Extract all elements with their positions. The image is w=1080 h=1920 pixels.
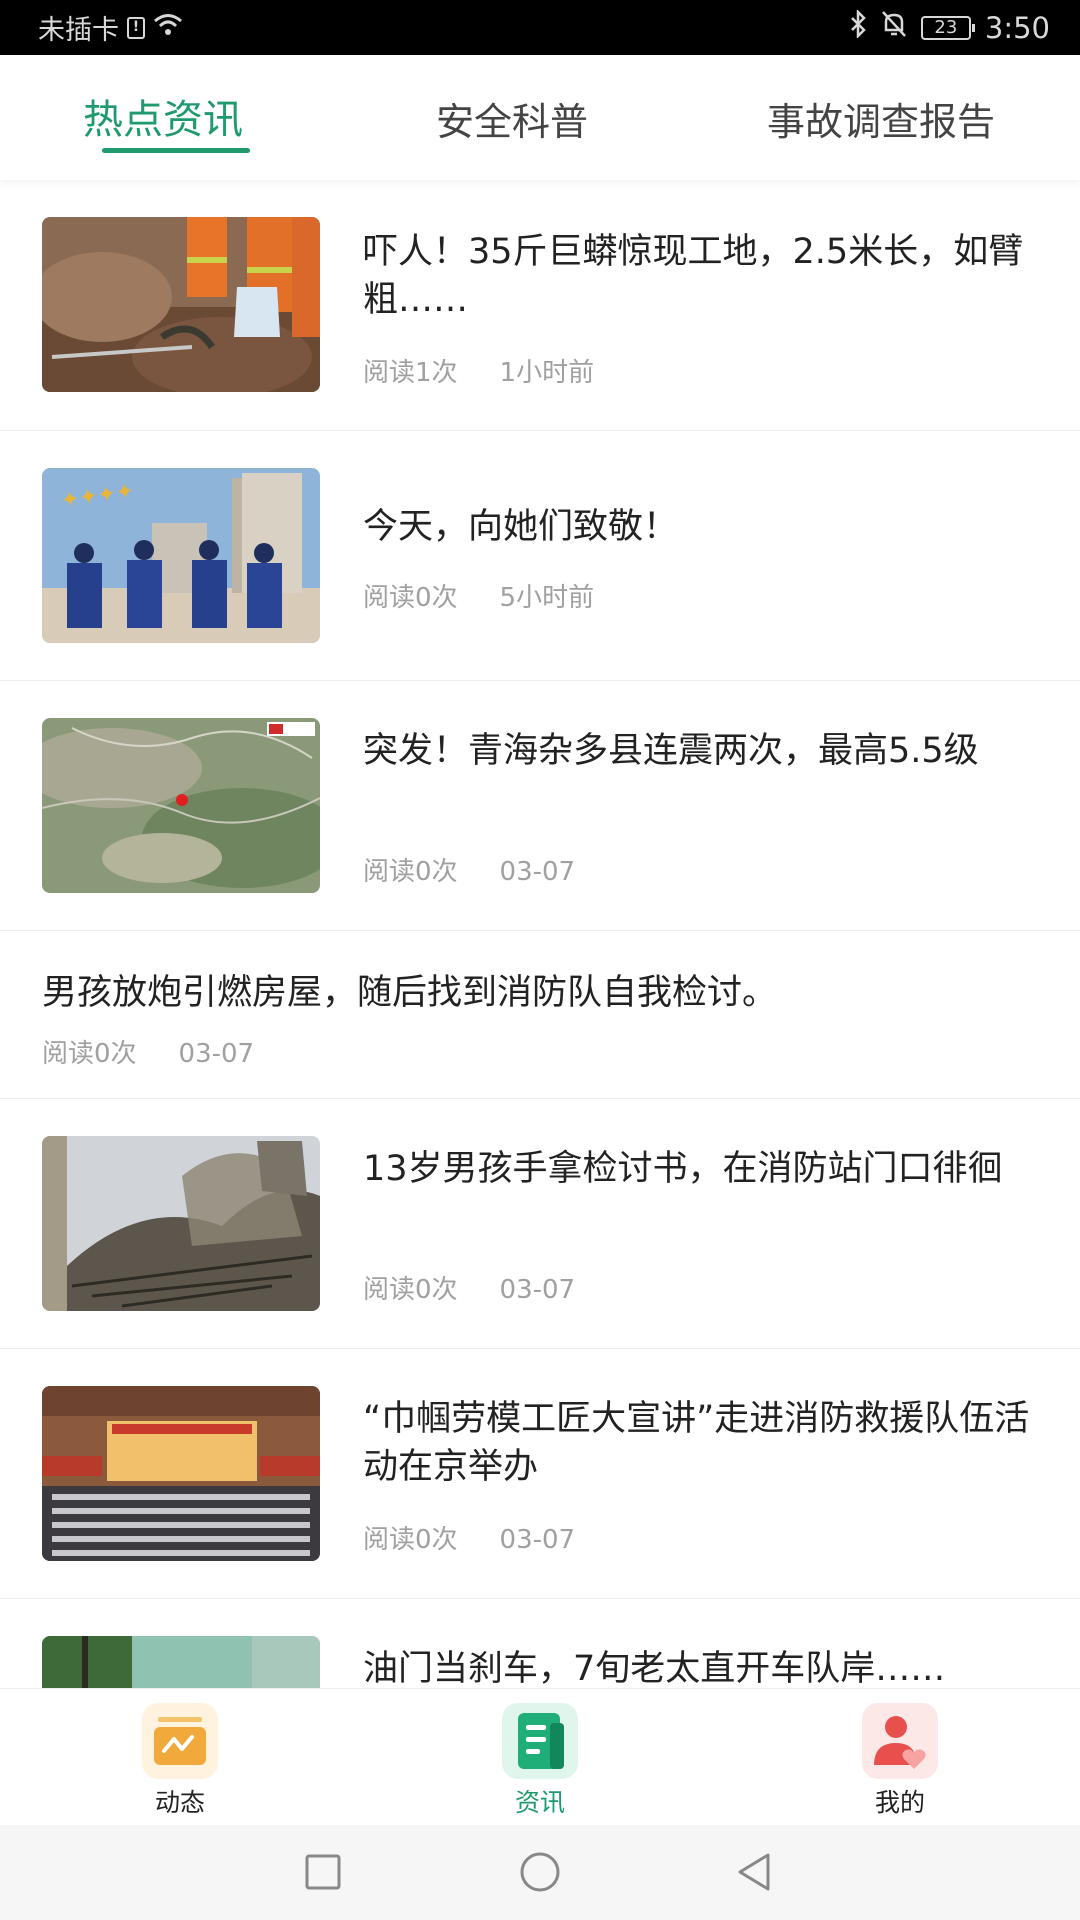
news-thumbnail xyxy=(42,217,320,392)
news-meta: 阅读0次 5小时前 xyxy=(363,577,594,614)
news-item[interactable]: 男孩放炮引燃房屋，随后找到消防队自我检讨。 阅读0次 03-07 xyxy=(0,931,1080,1098)
news-item[interactable]: 油门当刹车，7旬老太直开车队岸…… xyxy=(0,1599,1080,1688)
profile-icon xyxy=(862,1703,938,1779)
publish-time: 03-07 xyxy=(499,1525,576,1555)
news-thumbnail xyxy=(42,1386,320,1561)
news-thumbnail xyxy=(42,1636,320,1688)
publish-time: 03-07 xyxy=(499,857,576,887)
news-thumbnail xyxy=(42,718,320,893)
bluetooth-icon xyxy=(849,8,867,45)
tab-safety-science[interactable]: 安全科普 xyxy=(436,91,588,146)
read-count: 阅读0次 xyxy=(42,1039,137,1069)
active-tab-indicator xyxy=(102,148,250,153)
nav-news-label: 资讯 xyxy=(514,1788,565,1817)
news-icon xyxy=(502,1703,578,1779)
nav-news[interactable]: 资讯 xyxy=(460,1703,620,1819)
news-list[interactable]: 吓人！35斤巨蟒惊现工地，2.5米长，如臂粗…… 阅读1次 1小时前 ✦✦✦✦ xyxy=(0,180,1080,1688)
news-title: “巾帼劳模工匠大宣讲”走进消防救援队伍活动在京举办 xyxy=(363,1399,1030,1487)
news-title: 男孩放炮引燃房屋，随后找到消防队自我检讨。 xyxy=(42,973,778,1013)
read-count: 阅读0次 xyxy=(363,857,458,887)
recent-apps-button[interactable] xyxy=(298,1847,348,1897)
news-thumbnail: ✦✦✦✦ xyxy=(42,468,320,643)
news-meta: 阅读0次 03-07 xyxy=(363,1269,575,1306)
read-count: 阅读0次 xyxy=(363,1275,458,1305)
system-nav-bar xyxy=(0,1825,1080,1920)
nav-profile-label: 我的 xyxy=(874,1788,925,1817)
read-count: 阅读1次 xyxy=(363,358,458,388)
status-right: 23 3:50 xyxy=(849,0,1050,55)
publish-time: 03-07 xyxy=(499,1275,576,1305)
news-title: 13岁男孩手拿检讨书，在消防站门口徘徊 xyxy=(363,1149,1003,1189)
top-tab-bar: 热点资讯 安全科普 事故调查报告 xyxy=(0,55,1080,180)
status-bar: 未插卡 ! 23 3:50 xyxy=(0,0,1080,55)
read-count: 阅读0次 xyxy=(363,583,458,613)
mute-bell-icon xyxy=(881,10,907,45)
news-item[interactable]: “巾帼劳模工匠大宣讲”走进消防救援队伍活动在京举办 阅读0次 03-07 xyxy=(0,1349,1080,1598)
publish-time: 5小时前 xyxy=(499,583,595,613)
news-title: 今天，向她们致敬！ xyxy=(363,507,679,547)
news-item[interactable]: ✦✦✦✦ 今天，向她们致敬！ 阅读0次 5小时前 xyxy=(0,431,1080,680)
bottom-nav: 动态 资讯 我的 xyxy=(0,1688,1080,1826)
news-title: 突发！青海杂多县连震两次，最高5.5级 xyxy=(363,731,979,771)
battery-icon: 23 xyxy=(920,15,975,40)
publish-time: 1小时前 xyxy=(499,358,595,388)
wifi-icon xyxy=(153,12,183,43)
carrier-text: 未插卡 xyxy=(38,15,119,46)
read-count: 阅读0次 xyxy=(363,1525,458,1555)
nav-profile[interactable]: 我的 xyxy=(820,1703,980,1819)
sim-alert-icon: ! xyxy=(127,16,145,39)
home-button[interactable] xyxy=(515,1847,565,1897)
activity-icon xyxy=(142,1703,218,1779)
tab-hot-news[interactable]: 热点资讯 xyxy=(83,87,243,145)
news-meta: 阅读0次 03-07 xyxy=(363,851,575,888)
nav-activity[interactable]: 动态 xyxy=(100,1703,260,1819)
news-title: 油门当刹车，7旬老太直开车队岸…… xyxy=(363,1649,946,1688)
news-item[interactable]: 突发！青海杂多县连震两次，最高5.5级 阅读0次 03-07 xyxy=(0,681,1080,930)
publish-time: 03-07 xyxy=(178,1039,255,1069)
tab-accident-reports[interactable]: 事故调查报告 xyxy=(767,91,995,146)
nav-activity-label: 动态 xyxy=(154,1788,205,1817)
status-left: 未插卡 ! xyxy=(38,0,183,55)
news-item[interactable]: 吓人！35斤巨蟒惊现工地，2.5米长，如臂粗…… 阅读1次 1小时前 xyxy=(0,180,1080,430)
news-meta: 阅读0次 03-07 xyxy=(363,1519,575,1556)
clock: 3:50 xyxy=(984,10,1050,45)
news-meta: 阅读1次 1小时前 xyxy=(363,352,594,389)
back-button[interactable] xyxy=(730,1847,780,1897)
news-thumbnail xyxy=(42,1136,320,1311)
news-item[interactable]: 13岁男孩手拿检讨书，在消防站门口徘徊 阅读0次 03-07 xyxy=(0,1099,1080,1348)
news-title: 吓人！35斤巨蟒惊现工地，2.5米长，如臂粗…… xyxy=(363,232,1024,320)
news-meta: 阅读0次 03-07 xyxy=(42,1033,254,1070)
